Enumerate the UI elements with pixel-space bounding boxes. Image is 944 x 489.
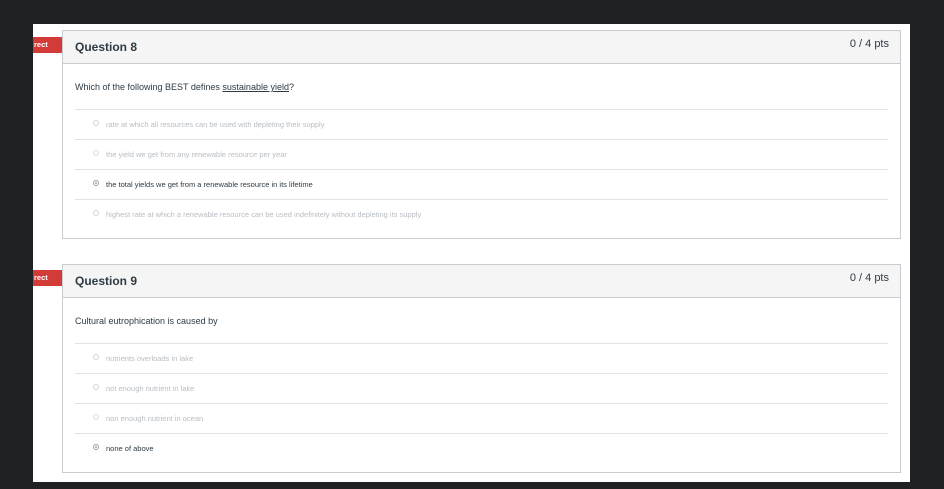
answer-option[interactable]: not enough nutrient in lake: [75, 373, 888, 403]
answer-option[interactable]: rate at which all resources can be used …: [75, 109, 888, 139]
answer-label: not enough nutrient in lake: [106, 384, 195, 393]
answer-option[interactable]: highest rate at which a renewable resour…: [75, 199, 888, 229]
question-card: Question 9 0 / 4 pts Cultural eutrophica…: [62, 264, 901, 473]
radio-button[interactable]: [93, 414, 99, 420]
question-text-part: ?: [288, 82, 294, 92]
answer-label: rate at which all resources can be used …: [106, 120, 325, 129]
answer-option[interactable]: nutrients overloads in lake: [75, 343, 888, 373]
question-card: Question 8 0 / 4 pts Which of the follow…: [62, 30, 901, 239]
answer-option[interactable]: non enough nutrient in ocean: [75, 403, 888, 433]
answer-label: highest rate at which a renewable resour…: [106, 210, 422, 219]
radio-button[interactable]: [93, 354, 99, 360]
answer-label: none of above: [106, 444, 154, 453]
radio-button[interactable]: [93, 150, 99, 156]
radio-button-selected[interactable]: [93, 180, 99, 186]
question-text: Which of the following BEST defines sust…: [63, 64, 900, 109]
question-title: Question 9: [75, 274, 138, 288]
radio-button-selected[interactable]: [93, 444, 99, 450]
question-text-term: sustainable yield: [222, 82, 289, 92]
radio-button[interactable]: [93, 120, 99, 126]
question-header: Question 8 0 / 4 pts: [63, 31, 900, 64]
answer-option[interactable]: the yield we get from any renewable reso…: [75, 139, 888, 169]
answer-label: the total yields we get from a renewable…: [106, 180, 313, 189]
radio-button[interactable]: [93, 384, 99, 390]
answer-label: the yield we get from any renewable reso…: [106, 150, 287, 159]
question-header: Question 9 0 / 4 pts: [63, 265, 900, 298]
question-text-part: Which of the following BEST defines: [75, 82, 223, 92]
question-points: 0 / 4 pts: [849, 38, 889, 50]
radio-button[interactable]: [93, 210, 99, 216]
quiz-page: rect Question 8 0 / 4 pts Which of the f…: [33, 24, 910, 482]
answer-list: rate at which all resources can be used …: [75, 109, 888, 229]
question-points: 0 / 4 pts: [849, 272, 889, 284]
answer-option-selected[interactable]: the total yields we get from a renewable…: [75, 169, 888, 199]
answer-option-selected[interactable]: none of above: [75, 433, 888, 463]
answer-list: nutrients overloads in lake not enough n…: [75, 343, 888, 463]
answer-label: non enough nutrient in ocean: [106, 414, 204, 423]
answer-label: nutrients overloads in lake: [106, 354, 194, 363]
question-text: Cultural eutrophication is caused by: [75, 316, 218, 326]
question-title: Question 8: [75, 40, 138, 54]
